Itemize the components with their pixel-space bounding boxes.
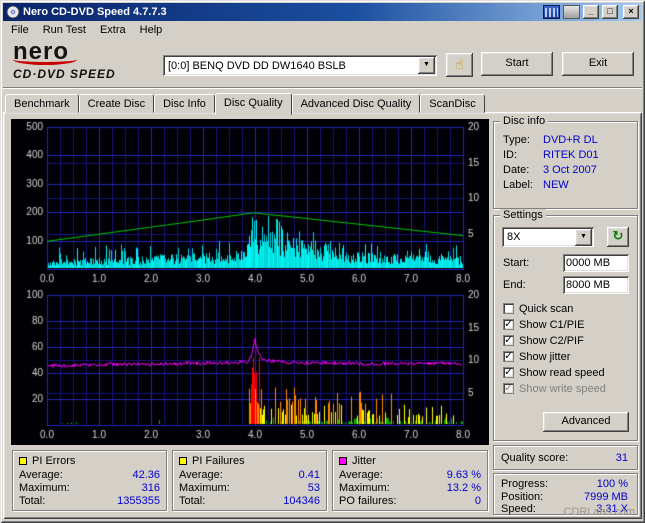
close-button[interactable]: × (623, 5, 639, 19)
disc-date-row: Date: 3 Oct 2007 (503, 163, 597, 176)
speed-select[interactable]: 8X ▼ (502, 227, 594, 247)
disc-label-row: Label: NEW (503, 178, 569, 191)
menu-extra[interactable]: Extra (93, 22, 133, 38)
stats-row: Maximum: 53 (179, 482, 320, 494)
maximize-button[interactable]: □ (602, 5, 618, 19)
settings-group: Settings 8X ▼ ↻ Start: End: Quick scan ✓… (493, 209, 638, 441)
checkbox-show-read-speed[interactable]: ✓ Show read speed (503, 366, 605, 379)
settings-title: Settings (500, 209, 546, 221)
start-position-input[interactable] (563, 254, 629, 272)
menu-help[interactable]: Help (133, 22, 170, 38)
series-color-swatch (19, 457, 27, 465)
end-position-input[interactable] (563, 276, 629, 294)
tab-scandisc[interactable]: ScanDisc (420, 94, 485, 113)
checkbox-show-write-speed[interactable]: ✓ Show write speed (503, 382, 606, 395)
grab-tool-button[interactable]: ☝ (446, 53, 473, 77)
disc-quality-page: Disc info Type: DVD+R DL ID: RITEK D01 D… (3, 112, 642, 519)
stats-row: Average: 9.63 % (339, 469, 481, 481)
checkbox-box: ✓ (503, 367, 514, 378)
minimize-button[interactable]: _ (583, 5, 599, 19)
refresh-icon: ↻ (612, 228, 624, 243)
tab-create-disc[interactable]: Create Disc (78, 94, 155, 113)
series-color-swatch (179, 457, 187, 465)
progress-value: 100 % (596, 478, 628, 490)
start-button[interactable]: Start (481, 52, 553, 76)
quality-score-value: 31 (615, 451, 628, 464)
disc-id-value: RITEK D01 (543, 148, 599, 161)
tab-disc-info[interactable]: Disc Info (154, 94, 215, 113)
tab-disc-quality[interactable]: Disc Quality (214, 93, 292, 115)
refresh-button[interactable]: ↻ (607, 227, 629, 247)
cddvd-speed-logo-text: CD·DVD SPEED (13, 67, 116, 81)
disc-label-value: NEW (543, 178, 569, 191)
stats-row: PO failures: 0 (339, 495, 481, 507)
stats-title: Jitter (352, 455, 376, 467)
stats-row: Total: 1355355 (19, 495, 160, 507)
stats-row: Total: 104346 (179, 495, 320, 507)
pi-failures-stats: PI Failures Average: 0.41 Maximum: 53 Tota… (172, 450, 327, 511)
checkbox-box: ✓ (503, 335, 514, 346)
stats-title: PI Failures (192, 455, 245, 467)
menubar: File Run Test Extra Help (3, 21, 642, 39)
menu-run-test[interactable]: Run Test (36, 22, 93, 38)
checkbox-box: ✓ (503, 351, 514, 362)
checkbox-box (503, 303, 514, 314)
stats-title: PI Errors (32, 455, 76, 467)
hand-icon: ☝ (455, 56, 464, 72)
checkbox-box: ✓ (503, 319, 514, 330)
stats-row: Average: 42.36 (19, 469, 160, 481)
checkbox-show-c1-pie[interactable]: ✓ Show C1/PIE (503, 318, 584, 331)
checkbox-quick-scan[interactable]: Quick scan (503, 302, 573, 315)
stats-row: Maximum: 13.2 % (339, 482, 481, 494)
titlebar[interactable]: Nero CD-DVD Speed 4.7.7.3 _ □ × (3, 3, 642, 21)
stats-row: Average: 0.41 (179, 469, 320, 481)
start-position-label: Start: (503, 257, 530, 269)
disc-type-value: DVD+R DL (543, 133, 598, 146)
disc-date-value: 3 Oct 2007 (543, 163, 597, 176)
advanced-button[interactable]: Advanced (543, 412, 629, 432)
chart-panel (11, 119, 489, 445)
disc-type-row: Type: DVD+R DL (503, 133, 598, 146)
chevron-down-icon[interactable]: ▼ (418, 57, 435, 74)
disc-info-title: Disc info (500, 115, 549, 127)
jitter-stats: Jitter Average: 9.63 % Maximum: 13.2 % PO … (332, 450, 488, 511)
series-color-swatch (339, 457, 347, 465)
watermark: CDRLabs.com (563, 506, 635, 518)
position-value: 7999 MB (583, 490, 628, 503)
disc-id-row: ID: RITEK D01 (503, 148, 599, 161)
exit-button[interactable]: Exit (562, 52, 634, 76)
checkbox-box: ✓ (503, 383, 514, 394)
pi-errors-stats: PI Errors Average: 42.36 Maximum: 316 Tota… (12, 450, 167, 511)
tray-icon[interactable] (563, 5, 580, 19)
checkbox-show-jitter[interactable]: ✓ Show jitter (503, 350, 570, 363)
app-window: Nero CD-DVD Speed 4.7.7.3 _ □ × File Run… (0, 0, 645, 523)
disc-quality-charts (11, 119, 489, 445)
nero-logo-swoosh (13, 54, 77, 65)
chevron-down-icon[interactable]: ▼ (575, 228, 592, 246)
speed-select-value: 8X (507, 231, 521, 243)
checkbox-show-c2-pif[interactable]: ✓ Show C2/PIF (503, 334, 584, 347)
toolbar-divider (3, 87, 642, 89)
drive-select[interactable]: [0:0] BENQ DVD DD DW1640 BSLB ▼ (163, 55, 437, 76)
nero-logo: nero CD·DVD SPEED (13, 40, 153, 81)
end-position-label: End: (503, 279, 526, 291)
quality-score-panel: Quality score: 31 (493, 445, 638, 470)
tab-strip: Benchmark Create Disc Disc Info Disc Qua… (5, 91, 485, 115)
disc-info-group: Disc info Type: DVD+R DL ID: RITEK D01 D… (493, 115, 638, 209)
keyboard-icon[interactable] (543, 5, 560, 19)
drive-select-value: [0:0] BENQ DVD DD DW1640 BSLB (168, 59, 346, 72)
tab-benchmark[interactable]: Benchmark (5, 94, 79, 113)
window-title: Nero CD-DVD Speed 4.7.7.3 (23, 6, 167, 18)
tab-advanced-disc-quality[interactable]: Advanced Disc Quality (291, 94, 421, 113)
stats-row: Maximum: 316 (19, 482, 160, 494)
quality-score-label: Quality score: (501, 451, 569, 464)
toolbar: nero CD·DVD SPEED [0:0] BENQ DVD DD DW16… (3, 39, 642, 87)
menu-file[interactable]: File (4, 22, 36, 38)
position-row: Position: 7999 MB (501, 490, 628, 503)
app-icon (6, 5, 20, 19)
progress-row: Progress: 100 % (501, 478, 628, 490)
